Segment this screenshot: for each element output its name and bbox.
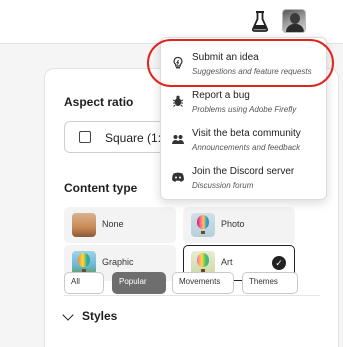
user-avatar[interactable]: [282, 9, 306, 33]
discord-icon: [172, 172, 184, 182]
style-tab-all[interactable]: All: [64, 272, 104, 294]
content-type-photo[interactable]: Photo: [183, 207, 295, 243]
content-type-label: Photo: [221, 219, 245, 229]
menu-item-title: Submit an idea: [192, 52, 259, 63]
photo-thumbnail: [191, 213, 215, 237]
menu-item-beta-community[interactable]: Visit the beta community Announcements a…: [161, 122, 328, 160]
menu-item-subtitle: Suggestions and feature requests: [192, 67, 312, 76]
aspect-ratio-title: Aspect ratio: [64, 95, 134, 109]
square-icon: [79, 131, 91, 143]
menu-item-submit-idea[interactable]: Submit an idea Suggestions and feature r…: [161, 46, 328, 84]
flask-icon[interactable]: [251, 10, 269, 32]
menu-item-discord[interactable]: Join the Discord server Discussion forum: [161, 160, 328, 198]
menu-item-subtitle: Problems using Adobe Firefly: [192, 105, 297, 114]
styles-title: Styles: [82, 309, 118, 323]
none-thumbnail: [72, 213, 96, 237]
checkmark-icon: ✓: [272, 256, 286, 270]
community-icon: [172, 135, 184, 144]
content-type-label: None: [102, 219, 124, 229]
content-type-title: Content type: [64, 181, 138, 195]
content-type-label: Art: [221, 257, 233, 267]
menu-item-title: Join the Discord server: [192, 166, 295, 177]
style-tab-movements[interactable]: Movements: [172, 272, 234, 294]
menu-item-title: Visit the beta community: [192, 128, 301, 139]
menu-item-subtitle: Discussion forum: [192, 181, 254, 190]
style-tab-themes[interactable]: Themes: [242, 272, 298, 294]
chevron-down-icon: [62, 309, 74, 321]
menu-item-subtitle: Announcements and feedback: [192, 143, 301, 152]
bug-icon: [172, 95, 184, 107]
content-type-label: Graphic: [102, 257, 134, 267]
lightbulb-icon: [173, 56, 183, 69]
divider: [64, 295, 320, 296]
style-tab-popular[interactable]: Popular: [112, 272, 166, 294]
menu-item-title: Report a bug: [192, 90, 250, 101]
menu-item-report-bug[interactable]: Report a bug Problems using Adobe Firefl…: [161, 84, 328, 122]
content-type-none[interactable]: None: [64, 207, 176, 243]
help-menu: Submit an idea Suggestions and feature r…: [160, 37, 327, 200]
